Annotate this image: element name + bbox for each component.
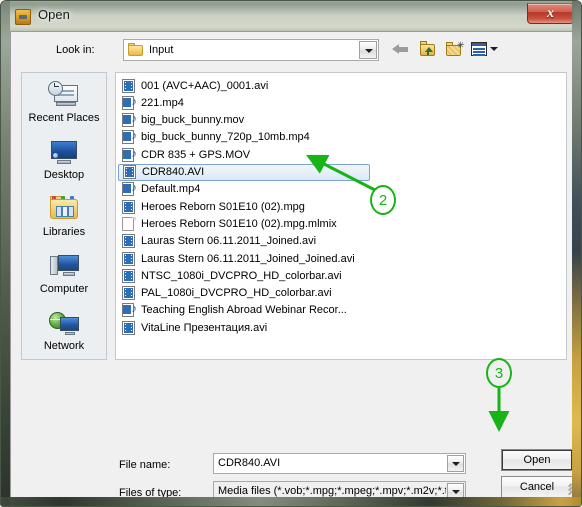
file-list-item[interactable]: Heroes Reborn S01E10 (02).mpg.mlmix bbox=[118, 215, 370, 232]
open-dialog-window: Open x Look in: Input ✳ Recent Places De… bbox=[0, 0, 582, 507]
file-list-item[interactable]: ♪ CDR 835 + GPS.MOV bbox=[118, 146, 370, 163]
file-list-item[interactable]: PAL_1080i_DVCPRO_HD_colorbar.avi bbox=[118, 285, 370, 302]
file-list-item[interactable]: Heroes Reborn S01E10 (02).mpg bbox=[118, 198, 370, 215]
place-item-label: Libraries bbox=[42, 226, 86, 238]
close-icon: x bbox=[547, 6, 554, 21]
views-menu-icon[interactable] bbox=[471, 41, 498, 58]
window-edge-left bbox=[1, 1, 10, 506]
mp4-file-icon: ♪ bbox=[122, 147, 137, 162]
chevron-down-icon[interactable] bbox=[447, 455, 464, 472]
back-arrow-icon[interactable] bbox=[392, 41, 410, 59]
file-list-item-label: 221.mp4 bbox=[141, 96, 184, 109]
file-name-input[interactable]: CDR840.AVI bbox=[213, 453, 466, 474]
file-list[interactable]: 001 (AVC+AAC)_0001.avi ♪ 221.mp4 ♪ big_buck_… bbox=[115, 72, 567, 360]
file-list-item-selected[interactable]: CDR840.AVI bbox=[118, 163, 370, 181]
place-item-label: Desktop bbox=[43, 169, 85, 181]
chevron-down-icon[interactable] bbox=[359, 41, 377, 59]
mp4-file-icon: ♪ bbox=[122, 113, 137, 128]
file-list-item-label: PAL_1080i_DVCPRO_HD_colorbar.avi bbox=[141, 287, 332, 300]
place-item-desktop[interactable]: Desktop bbox=[22, 136, 106, 181]
file-list-item-label: VitaLine Презентация.avi bbox=[141, 321, 268, 334]
file-list-item[interactable]: ♪ big_buck_bunny_720p_10mb.mp4 bbox=[118, 129, 370, 146]
avi-file-icon bbox=[122, 268, 136, 283]
recent-places-icon bbox=[48, 79, 80, 111]
file-list-item-label: Lauras Stern 06.11.2011_Joined_Joined.av… bbox=[141, 252, 355, 265]
place-item-label: Network bbox=[43, 340, 85, 352]
place-item-label: Computer bbox=[39, 283, 89, 295]
network-icon bbox=[48, 307, 80, 339]
title-bar: Open x bbox=[1, 1, 581, 31]
avi-file-icon bbox=[122, 78, 136, 93]
folder-icon bbox=[128, 43, 143, 56]
file-list-item-label: Heroes Reborn S01E10 (02).mpg bbox=[141, 200, 305, 213]
file-list-item-label: Heroes Reborn S01E10 (02).mpg.mlmix bbox=[141, 217, 337, 230]
avi-file-icon bbox=[122, 199, 136, 214]
look-in-label: Look in: bbox=[56, 44, 95, 56]
plain-file-icon bbox=[122, 216, 136, 231]
new-folder-icon[interactable]: ✳ bbox=[445, 41, 465, 58]
file-list-item[interactable]: VitaLine Презентация.avi bbox=[118, 319, 370, 336]
file-list-item[interactable]: NTSC_1080i_DVCPRO_HD_colorbar.avi bbox=[118, 267, 370, 284]
file-name-label: File name: bbox=[119, 459, 171, 471]
mp4-file-icon: ♪ bbox=[122, 130, 137, 145]
window-edge-right bbox=[572, 1, 581, 506]
file-list-item-label: Lauras Stern 06.11.2011_Joined.avi bbox=[141, 235, 317, 248]
file-list-item[interactable]: ♪ big_buck_bunny.mov bbox=[118, 112, 370, 129]
place-item-recent-places[interactable]: Recent Places bbox=[22, 79, 106, 124]
avi-file-icon bbox=[123, 165, 137, 179]
file-list-item[interactable]: 001 (AVC+AAC)_0001.avi bbox=[118, 77, 370, 94]
look-in-combo[interactable]: Input bbox=[123, 39, 379, 61]
file-list-item-label: 001 (AVC+AAC)_0001.avi bbox=[141, 79, 269, 92]
places-bar: Recent Places Desktop Libraries Computer Net… bbox=[21, 72, 107, 360]
file-list-item[interactable]: ♪ Teaching English Abroad Webinar Recor..… bbox=[118, 302, 370, 319]
open-button[interactable]: Open bbox=[501, 449, 573, 471]
open-folder-icon bbox=[15, 9, 31, 25]
avi-file-icon bbox=[122, 286, 136, 301]
file-list-item-label: CDR840.AVI bbox=[142, 166, 205, 178]
resize-grip[interactable] bbox=[557, 483, 580, 497]
file-list-item-label: Default.mp4 bbox=[141, 183, 201, 196]
file-list-item[interactable]: ♪ 221.mp4 bbox=[118, 94, 370, 111]
libraries-icon bbox=[48, 193, 80, 225]
mp4-file-icon: ♪ bbox=[122, 182, 137, 197]
file-list-item-label: big_buck_bunny_720p_10mb.mp4 bbox=[141, 131, 310, 144]
file-list-item[interactable]: Lauras Stern 06.11.2011_Joined_Joined.av… bbox=[118, 250, 370, 267]
computer-icon bbox=[48, 250, 80, 282]
file-list-item-label: Teaching English Abroad Webinar Recor... bbox=[141, 304, 347, 317]
place-item-computer[interactable]: Computer bbox=[22, 250, 106, 295]
desktop-icon bbox=[48, 136, 80, 168]
up-folder-icon[interactable] bbox=[419, 41, 437, 58]
look-in-value: Input bbox=[149, 44, 174, 56]
mp4-file-icon: ♪ bbox=[122, 303, 137, 318]
file-list-item[interactable]: Lauras Stern 06.11.2011_Joined.avi bbox=[118, 233, 370, 250]
close-button[interactable]: x bbox=[527, 3, 574, 24]
place-item-network[interactable]: Network bbox=[22, 307, 106, 352]
window-edge-bottom bbox=[1, 497, 581, 506]
file-list-item-label: NTSC_1080i_DVCPRO_HD_colorbar.avi bbox=[141, 269, 342, 282]
files-of-type-value: Media files (*.vob;*.mpg;*.mpeg;*.mpv;*.… bbox=[218, 485, 446, 497]
file-list-item-label: big_buck_bunny.mov bbox=[141, 114, 245, 127]
place-item-libraries[interactable]: Libraries bbox=[22, 193, 106, 238]
dialog-client-area: Look in: Input ✳ Recent Places Desktop L… bbox=[10, 31, 580, 502]
file-list-item-label: CDR 835 + GPS.MOV bbox=[141, 148, 251, 161]
file-name-value: CDR840.AVI bbox=[218, 457, 281, 469]
avi-file-icon bbox=[122, 234, 136, 249]
avi-file-icon bbox=[122, 251, 136, 266]
mp4-file-icon: ♪ bbox=[122, 95, 137, 110]
file-list-item[interactable]: ♪ Default.mp4 bbox=[118, 181, 370, 198]
place-item-label: Recent Places bbox=[28, 112, 100, 124]
avi-file-icon bbox=[122, 320, 136, 335]
window-title: Open bbox=[38, 7, 70, 22]
